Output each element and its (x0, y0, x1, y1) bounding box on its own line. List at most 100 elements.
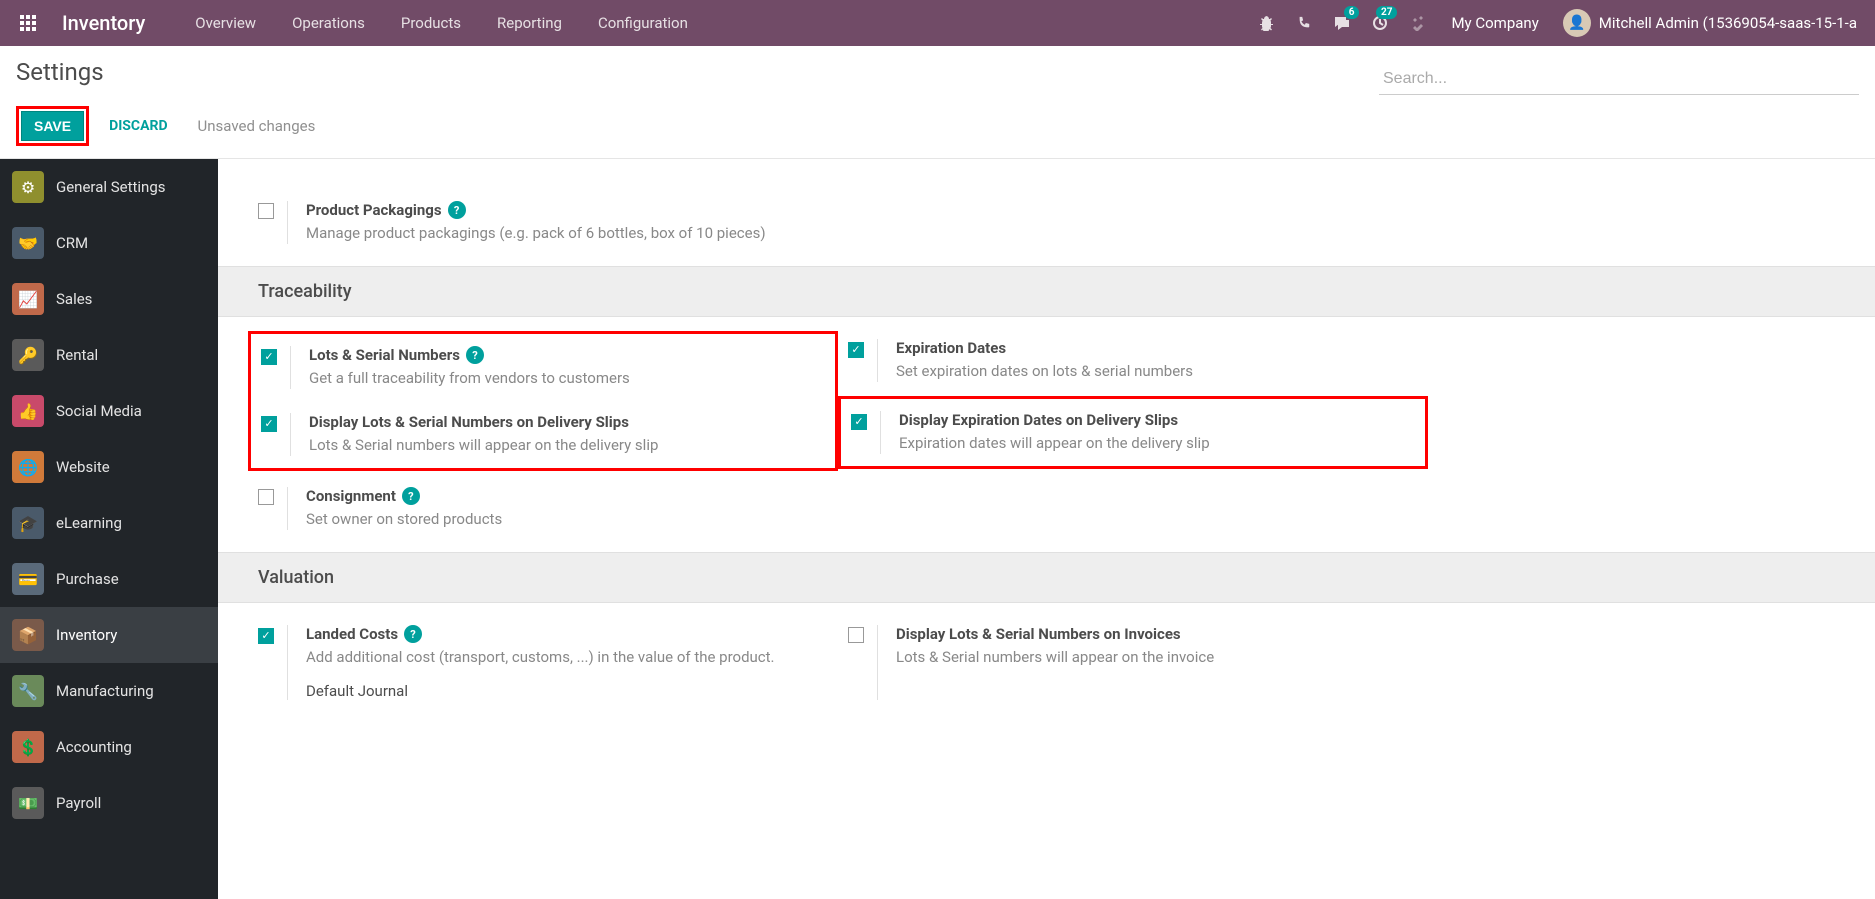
setting-desc: Set expiration dates on lots & serial nu… (896, 361, 1418, 382)
gear-icon: ⚙ (12, 171, 44, 203)
checkbox-lots[interactable]: ✓ (261, 349, 277, 365)
key-icon: 🔑 (12, 339, 44, 371)
menu-operations[interactable]: Operations (274, 0, 383, 46)
body: ⚙ General Settings 🤝 CRM 📈Sales 🔑 Rental 👍 S… (0, 159, 1875, 899)
messages-badge: 6 (1344, 6, 1360, 19)
setting-desc: Lots & Serial numbers will appear on the… (896, 647, 1418, 668)
default-journal-label: Default Journal (306, 682, 828, 700)
setting-desc: Get a full traceability from vendors to … (309, 368, 825, 389)
checkbox-display-lots-slip[interactable]: ✓ (261, 416, 277, 432)
box-icon: 📦 (12, 619, 44, 651)
save-button[interactable]: Save (21, 111, 84, 141)
setting-landed-costs: ✓ Landed Costs? Add additional cost (tra… (248, 613, 838, 712)
setting-title: Lots & Serial Numbers (309, 346, 460, 364)
apps-icon[interactable] (8, 0, 48, 46)
user-menu[interactable]: 👤 Mitchell Admin (15369054-saas-15-1-a (1553, 9, 1867, 37)
sidebar-item-label: Manufacturing (56, 682, 154, 700)
checkbox-product-packagings[interactable] (258, 203, 274, 219)
sidebar-item-label: Purchase (56, 570, 119, 588)
checkbox-landed[interactable]: ✓ (258, 628, 274, 644)
sidebar-item-payroll[interactable]: 💵Payroll (0, 775, 218, 831)
sidebar-item-crm[interactable]: 🤝 CRM (0, 215, 218, 271)
sidebar-item-label: General Settings (56, 178, 166, 196)
setting-display-lots-invoice: Display Lots & Serial Numbers on Invoice… (838, 613, 1428, 712)
setting-title: Consignment (306, 487, 396, 505)
settings-content[interactable]: Product Packagings? Manage product packa… (218, 159, 1875, 899)
page-title: Settings (16, 58, 315, 86)
highlight-exp-slip: ✓ Display Expiration Dates on Delivery S… (838, 396, 1428, 469)
sidebar-item-label: CRM (56, 234, 88, 252)
messages-icon[interactable]: 6 (1323, 0, 1361, 46)
top-menu-bar: Inventory Overview Operations Products R… (0, 0, 1875, 46)
user-name: Mitchell Admin (15369054-saas-15-1-a (1599, 14, 1857, 32)
tools-icon[interactable] (1399, 0, 1437, 46)
checkbox-display-exp-slip[interactable]: ✓ (851, 414, 867, 430)
sidebar-item-website[interactable]: 🌐 Website (0, 439, 218, 495)
setting-product-packagings: Product Packagings? Manage product packa… (248, 189, 838, 256)
bug-icon[interactable] (1247, 0, 1285, 46)
checkbox-consignment[interactable] (258, 489, 274, 505)
save-highlight: Save (16, 106, 89, 146)
systray: 6 27 My Company 👤 Mitchell Admin (153690… (1247, 0, 1867, 46)
menu-products[interactable]: Products (383, 0, 479, 46)
thumbsup-icon: 👍 (12, 395, 44, 427)
help-icon[interactable]: ? (402, 487, 420, 505)
chart-icon: 📈 (12, 283, 44, 315)
control-panel: Settings Save Discard Unsaved changes (0, 46, 1875, 159)
sidebar-item-general-settings[interactable]: ⚙ General Settings (0, 159, 218, 215)
menu-configuration[interactable]: Configuration (580, 0, 706, 46)
handshake-icon: 🤝 (12, 227, 44, 259)
sidebar-item-purchase[interactable]: 💳Purchase (0, 551, 218, 607)
setting-display-lots-slip: ✓ Display Lots & Serial Numbers on Deliv… (251, 401, 835, 468)
setting-expiration: ✓ Expiration Dates Set expiration dates … (838, 327, 1428, 394)
setting-desc: Set owner on stored products (306, 509, 828, 530)
phone-icon[interactable] (1285, 0, 1323, 46)
help-icon[interactable]: ? (466, 346, 484, 364)
sidebar-item-inventory[interactable]: 📦 Inventory (0, 607, 218, 663)
sidebar-item-label: Social Media (56, 402, 142, 420)
sidebar-item-elearning[interactable]: 🎓 eLearning (0, 495, 218, 551)
checkbox-display-lots-invoice[interactable] (848, 627, 864, 643)
sidebar-item-sales[interactable]: 📈Sales (0, 271, 218, 327)
help-icon[interactable]: ? (448, 201, 466, 219)
payroll-icon: 💵 (12, 787, 44, 819)
wrench-icon: 🔧 (12, 675, 44, 707)
sidebar-item-label: eLearning (56, 514, 122, 532)
settings-sidebar[interactable]: ⚙ General Settings 🤝 CRM 📈Sales 🔑 Rental 👍 S… (0, 159, 218, 899)
setting-title: Expiration Dates (896, 339, 1006, 357)
sidebar-item-social[interactable]: 👍 Social Media (0, 383, 218, 439)
sidebar-item-label: Rental (56, 346, 98, 364)
menu-overview[interactable]: Overview (177, 0, 274, 46)
setting-display-exp-slip: ✓ Display Expiration Dates on Delivery S… (841, 399, 1425, 466)
unsaved-label: Unsaved changes (188, 117, 316, 135)
sidebar-item-rental[interactable]: 🔑 Rental (0, 327, 218, 383)
discard-button[interactable]: Discard (99, 112, 177, 140)
setting-desc: Add additional cost (transport, customs,… (306, 647, 828, 668)
setting-title: Display Expiration Dates on Delivery Sli… (899, 411, 1178, 429)
money-icon: 💲 (12, 731, 44, 763)
avatar-icon: 👤 (1563, 9, 1591, 37)
sidebar-item-accounting[interactable]: 💲Accounting (0, 719, 218, 775)
setting-desc: Expiration dates will appear on the deli… (899, 433, 1415, 454)
setting-title: Landed Costs (306, 625, 398, 643)
setting-desc: Lots & Serial numbers will appear on the… (309, 435, 825, 456)
activities-badge: 27 (1376, 6, 1397, 19)
setting-title: Product Packagings (306, 201, 442, 219)
menu-reporting[interactable]: Reporting (479, 0, 580, 46)
sidebar-item-manufacturing[interactable]: 🔧 Manufacturing (0, 663, 218, 719)
sidebar-item-label: Website (56, 458, 110, 476)
setting-title: Display Lots & Serial Numbers on Deliver… (309, 413, 629, 431)
highlight-lots-block: ✓ Lots & Serial Numbers? Get a full trac… (248, 331, 838, 471)
globe-icon: 🌐 (12, 451, 44, 483)
setting-title: Display Lots & Serial Numbers on Invoice… (896, 625, 1181, 643)
search-input[interactable] (1379, 64, 1859, 95)
activities-icon[interactable]: 27 (1361, 0, 1399, 46)
app-title[interactable]: Inventory (48, 11, 159, 35)
company-selector[interactable]: My Company (1437, 14, 1552, 32)
setting-lots: ✓ Lots & Serial Numbers? Get a full trac… (251, 334, 835, 401)
main-menu: Overview Operations Products Reporting C… (177, 0, 1247, 46)
elearning-icon: 🎓 (12, 507, 44, 539)
help-icon[interactable]: ? (404, 625, 422, 643)
checkbox-expiration[interactable]: ✓ (848, 342, 864, 358)
sidebar-item-label: Inventory (56, 626, 117, 644)
